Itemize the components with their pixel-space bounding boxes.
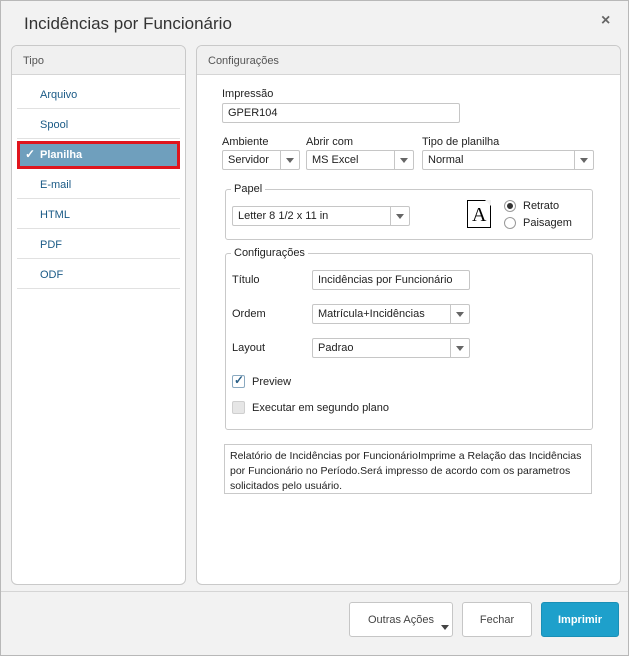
paper-size-value: Letter 8 1/2 x 11 in xyxy=(238,210,329,222)
tipo-planilha-value: Normal xyxy=(428,154,464,166)
type-panel: Tipo Arquivo Spool ✓ Planilha E-mail HTM… xyxy=(11,45,186,585)
chevron-down-icon xyxy=(574,151,593,169)
config-panel-header: Configurações xyxy=(197,46,620,75)
configuracoes-legend: Configurações xyxy=(234,247,305,259)
preview-label: Preview xyxy=(252,376,292,388)
segundo-plano-label: Executar em segundo plano xyxy=(252,402,389,414)
paisagem-radio[interactable] xyxy=(504,217,516,229)
abrir-com-select[interactable]: MS Excel xyxy=(306,150,414,170)
chevron-down-icon xyxy=(394,151,413,169)
chevron-down-icon xyxy=(280,151,299,169)
config-panel: Configurações Impressão GPER104 Ambiente… xyxy=(196,45,621,585)
layout-value: Padrao xyxy=(318,342,354,354)
dialog-window: Incidências por Funcionário × Tipo Arqui… xyxy=(0,0,629,656)
chevron-down-icon xyxy=(441,625,449,630)
layout-select[interactable]: Padrao xyxy=(312,338,470,358)
ambiente-select[interactable]: Servidor xyxy=(222,150,300,170)
menu-item-label: HTML xyxy=(40,209,70,221)
ordem-value: Matrícula+Incidências xyxy=(318,308,425,320)
paper-letter-glyph: A xyxy=(472,204,487,226)
menu-item-planilha[interactable]: ✓ Planilha xyxy=(17,141,180,169)
menu-item-label: Planilha xyxy=(40,149,83,161)
imprimir-button[interactable]: Imprimir xyxy=(541,602,619,637)
paper-size-select[interactable]: Letter 8 1/2 x 11 in xyxy=(232,206,410,226)
preview-checkbox[interactable] xyxy=(232,373,245,388)
impressao-field[interactable]: GPER104 xyxy=(222,103,460,123)
papel-legend: Papel xyxy=(234,183,263,195)
chevron-down-icon xyxy=(450,305,469,323)
ambiente-value: Servidor xyxy=(228,154,269,166)
retrato-radio[interactable] xyxy=(504,200,516,212)
type-panel-header: Tipo xyxy=(12,46,185,75)
layout-label: Layout xyxy=(232,342,266,354)
abrir-com-label: Abrir com xyxy=(306,136,354,148)
impressao-label: Impressão xyxy=(222,88,274,100)
titulo-label: Título xyxy=(232,274,260,286)
outras-acoes-button[interactable]: Outras Ações xyxy=(349,602,453,637)
chevron-down-icon xyxy=(450,339,469,357)
paisagem-label: Paisagem xyxy=(523,217,572,229)
report-description: Relatório de Incidências por Funcionário… xyxy=(224,444,592,494)
menu-item-arquivo[interactable]: Arquivo xyxy=(17,81,180,109)
abrir-com-value: MS Excel xyxy=(312,154,359,166)
menu-item-pdf[interactable]: PDF xyxy=(17,231,180,259)
menu-item-label: ODF xyxy=(40,269,64,281)
menu-item-label: PDF xyxy=(40,239,62,251)
title-bar: Incidências por Funcionário × xyxy=(1,1,628,43)
paper-orientation-icon: A xyxy=(467,200,491,228)
titulo-field[interactable]: Incidências por Funcionário xyxy=(312,270,470,290)
menu-item-email[interactable]: E-mail xyxy=(17,171,180,199)
ordem-label: Ordem xyxy=(232,308,266,320)
menu-item-label: Arquivo xyxy=(40,89,78,101)
menu-item-html[interactable]: HTML xyxy=(17,201,180,229)
ambiente-label: Ambiente xyxy=(222,136,269,148)
retrato-label: Retrato xyxy=(523,200,560,212)
fechar-button[interactable]: Fechar xyxy=(462,602,532,637)
menu-item-spool[interactable]: Spool xyxy=(17,111,180,139)
outras-acoes-label: Outras Ações xyxy=(367,614,435,626)
dialog-title: Incidências por Funcionário xyxy=(24,14,232,33)
menu-item-label: E-mail xyxy=(40,179,72,191)
menu-item-odf[interactable]: ODF xyxy=(17,261,180,289)
ordem-select[interactable]: Matrícula+Incidências xyxy=(312,304,470,324)
checkmark-icon: ✓ xyxy=(25,147,36,161)
tipo-planilha-select[interactable]: Normal xyxy=(422,150,594,170)
segundo-plano-checkbox[interactable] xyxy=(232,401,245,414)
menu-item-label: Spool xyxy=(40,119,69,131)
close-icon[interactable]: × xyxy=(601,12,610,30)
tipo-planilha-label: Tipo de planilha xyxy=(422,136,500,148)
chevron-down-icon xyxy=(390,207,409,225)
dialog-footer: Outras Ações Fechar Imprimir xyxy=(1,591,628,655)
